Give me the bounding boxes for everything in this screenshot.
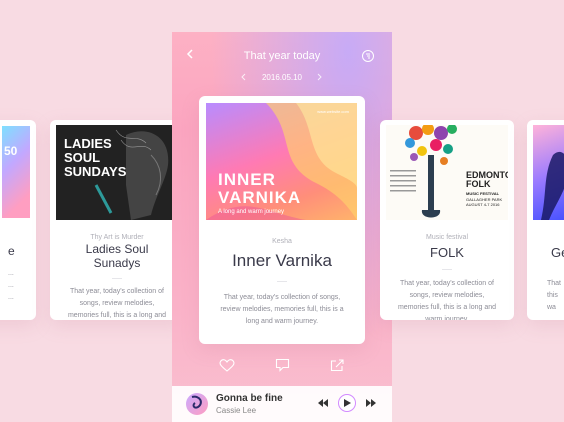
ladies-soul-title: Ladies Soul Sunadys <box>85 242 149 270</box>
ladies-soul-divider <box>112 278 122 279</box>
folk-cover-subtitle: MUSIC FESTIVAL <box>466 191 500 196</box>
folk-divider <box>442 269 452 270</box>
cover-url: www.website.com <box>317 109 349 114</box>
folk-cover: EDMONTON FOLK MUSIC FESTIVAL GALLAGHER P… <box>386 125 508 220</box>
heart-icon[interactable] <box>219 358 235 372</box>
folk-cover-detail: GALLAGHER PARK AUGUST 4-7 2016 <box>466 197 503 207</box>
far-left-cover: 50 <box>2 126 30 218</box>
far-left-title: e <box>8 244 15 258</box>
inner-varnika-divider <box>277 281 287 282</box>
ladies-soul-cover-title: LADIES SOUL SUNDAYS <box>64 136 127 179</box>
inner-varnika-cover-subtitle: A long and warm journey <box>218 209 285 215</box>
circle-menu-icon[interactable] <box>361 49 375 63</box>
folk-cover-title: EDMONTON FOLK <box>466 170 508 189</box>
far-right-cover-art <box>541 151 564 220</box>
far-right-cover <box>533 125 564 220</box>
song-title: Gonna be fine <box>216 393 283 404</box>
share-icon[interactable] <box>330 358 345 372</box>
inner-varnika-cover: www.website.com INNER VARNIKA A long and… <box>206 103 357 220</box>
artist-name: Cassie Lee <box>216 406 257 415</box>
card-far-right[interactable]: Ge Thatthiswa <box>527 120 564 320</box>
fast-forward-icon[interactable] <box>366 399 376 407</box>
album-avatar[interactable] <box>186 393 208 415</box>
folk-desc: That year, today's collection of songs, … <box>397 280 497 320</box>
play-icon <box>344 399 351 407</box>
player-bar: Gonna be fine Cassie Lee <box>172 386 392 422</box>
far-right-title: Ge <box>551 245 564 260</box>
far-left-desc: ......... <box>8 270 14 301</box>
ladies-soul-meta: Thy Art is Murder <box>90 234 144 241</box>
inner-varnika-cover-title: INNER VARNIKA <box>218 170 302 207</box>
page-title: That year today <box>243 50 321 62</box>
vinyl-icon <box>191 395 202 409</box>
far-right-desc: That this wa <box>547 280 562 311</box>
folk-title: FOLK <box>430 245 464 260</box>
rewind-icon[interactable] <box>318 399 328 407</box>
comment-icon[interactable] <box>275 358 290 372</box>
date-label: 2016.05.10 <box>261 73 303 82</box>
date-next-icon[interactable] <box>315 72 323 82</box>
ladies-soul-cover: LADIES SOUL SUNDAYS <box>56 125 178 220</box>
inner-varnika-title: Inner Varnika <box>232 251 332 270</box>
play-button[interactable] <box>338 394 356 412</box>
card-far-left[interactable]: 50 e ......... <box>0 120 36 320</box>
card-inner-varnika[interactable]: www.website.com INNER VARNIKA A long and… <box>199 96 365 344</box>
folk-meta: Music festival <box>425 234 468 241</box>
far-left-cover-text: 50 <box>4 144 18 158</box>
inner-varnika-desc: That year, today's collection of songs, … <box>220 294 344 325</box>
card-ladies-soul[interactable]: LADIES SOUL SUNDAYS Thy Art is Murder La… <box>50 120 184 320</box>
ladies-soul-desc: That year, today's collection of songs, … <box>67 288 167 319</box>
card-folk[interactable]: EDMONTON FOLK MUSIC FESTIVAL GALLAGHER P… <box>380 120 514 320</box>
inner-varnika-meta: Kesha <box>272 238 292 245</box>
